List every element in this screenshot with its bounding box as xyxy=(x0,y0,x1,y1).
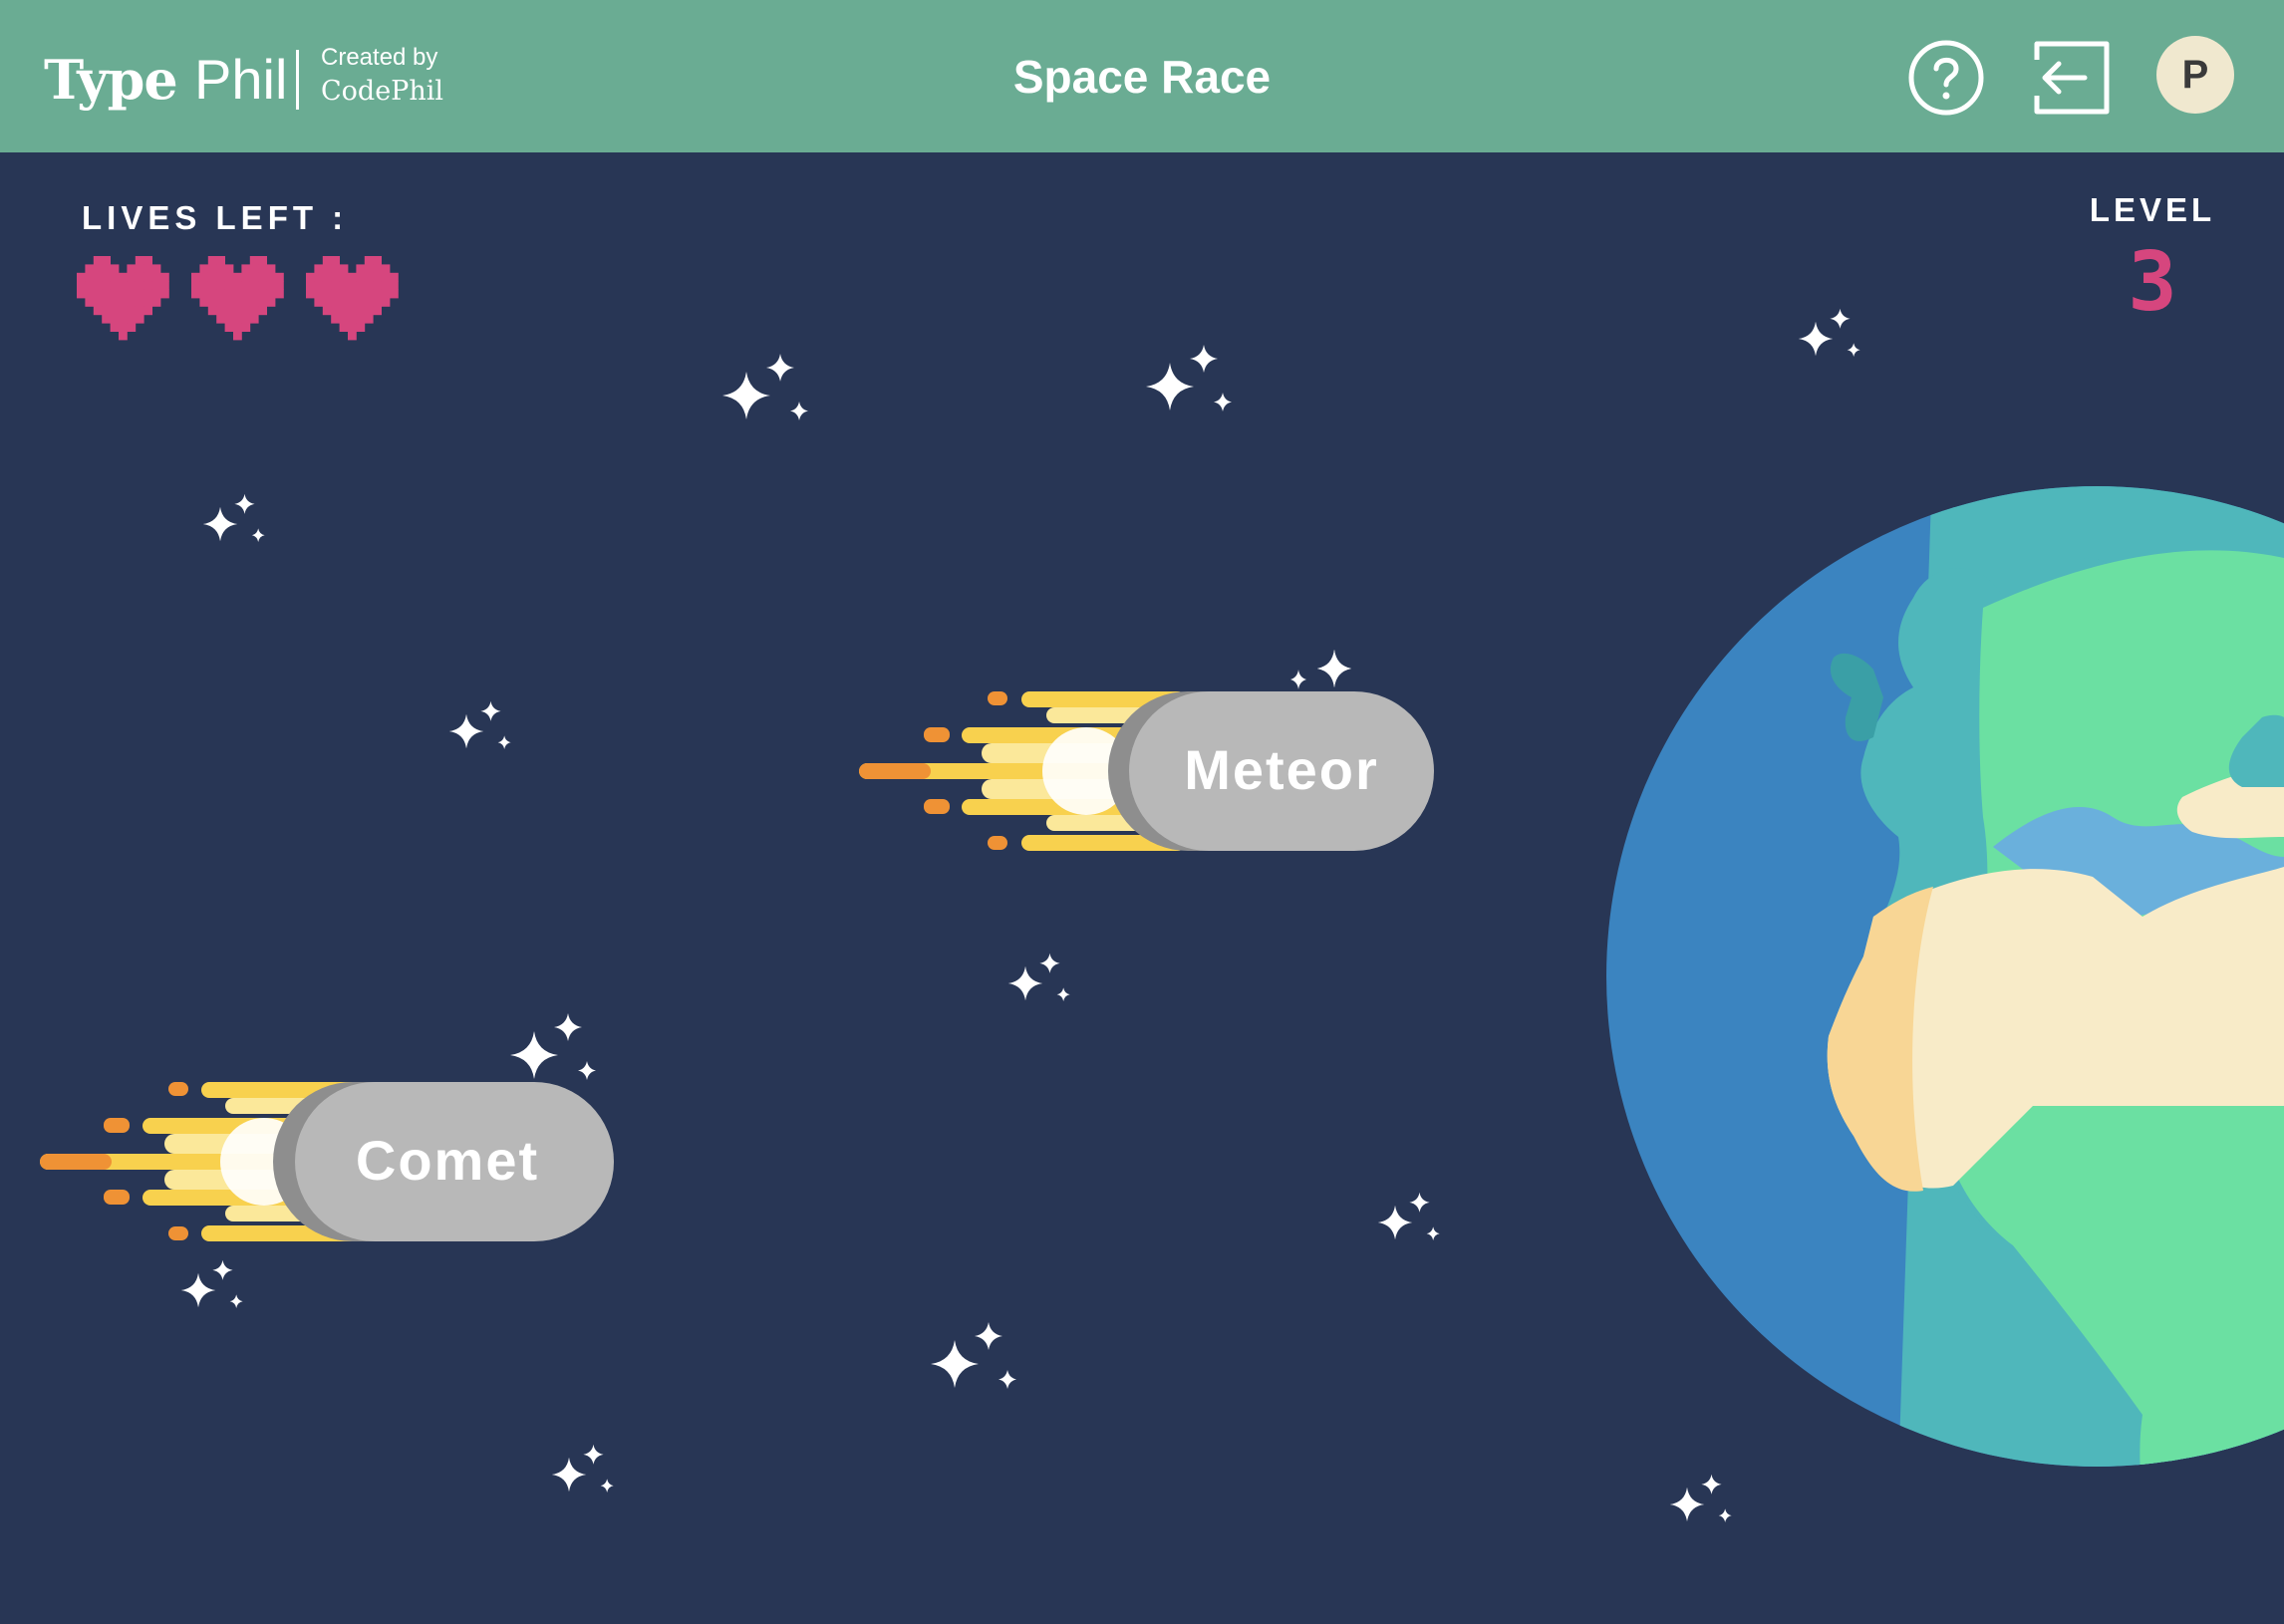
star-sparkle xyxy=(510,1013,596,1080)
exit-button[interactable] xyxy=(2033,38,2113,118)
star-sparkle xyxy=(1146,345,1232,411)
star-sparkle xyxy=(1798,308,1860,357)
star-sparkle xyxy=(1007,952,1070,1001)
star-sparkle xyxy=(1377,1192,1440,1240)
star-sparkle xyxy=(1669,1474,1732,1522)
star-sparkle xyxy=(448,700,511,749)
earth-planet xyxy=(1606,486,2284,1467)
star-sparkle xyxy=(931,1322,1016,1389)
star-sparkle xyxy=(551,1444,614,1492)
star-sparkle xyxy=(202,493,265,542)
star-sparkle xyxy=(1317,650,1351,687)
star-sparkle xyxy=(722,354,808,420)
help-button[interactable] xyxy=(1906,38,1986,118)
word-label-meteor: Meteor xyxy=(1184,738,1379,801)
space-scene xyxy=(40,308,2284,1522)
exit-arrow-icon xyxy=(2034,41,2110,115)
top-bar: Type Phil Created by CodePhil Space Race… xyxy=(0,0,2284,152)
word-label-comet: Comet xyxy=(355,1129,540,1192)
user-avatar[interactable]: P xyxy=(2156,36,2234,114)
star-sparkle xyxy=(180,1259,243,1308)
question-circle-icon xyxy=(1908,40,1984,116)
